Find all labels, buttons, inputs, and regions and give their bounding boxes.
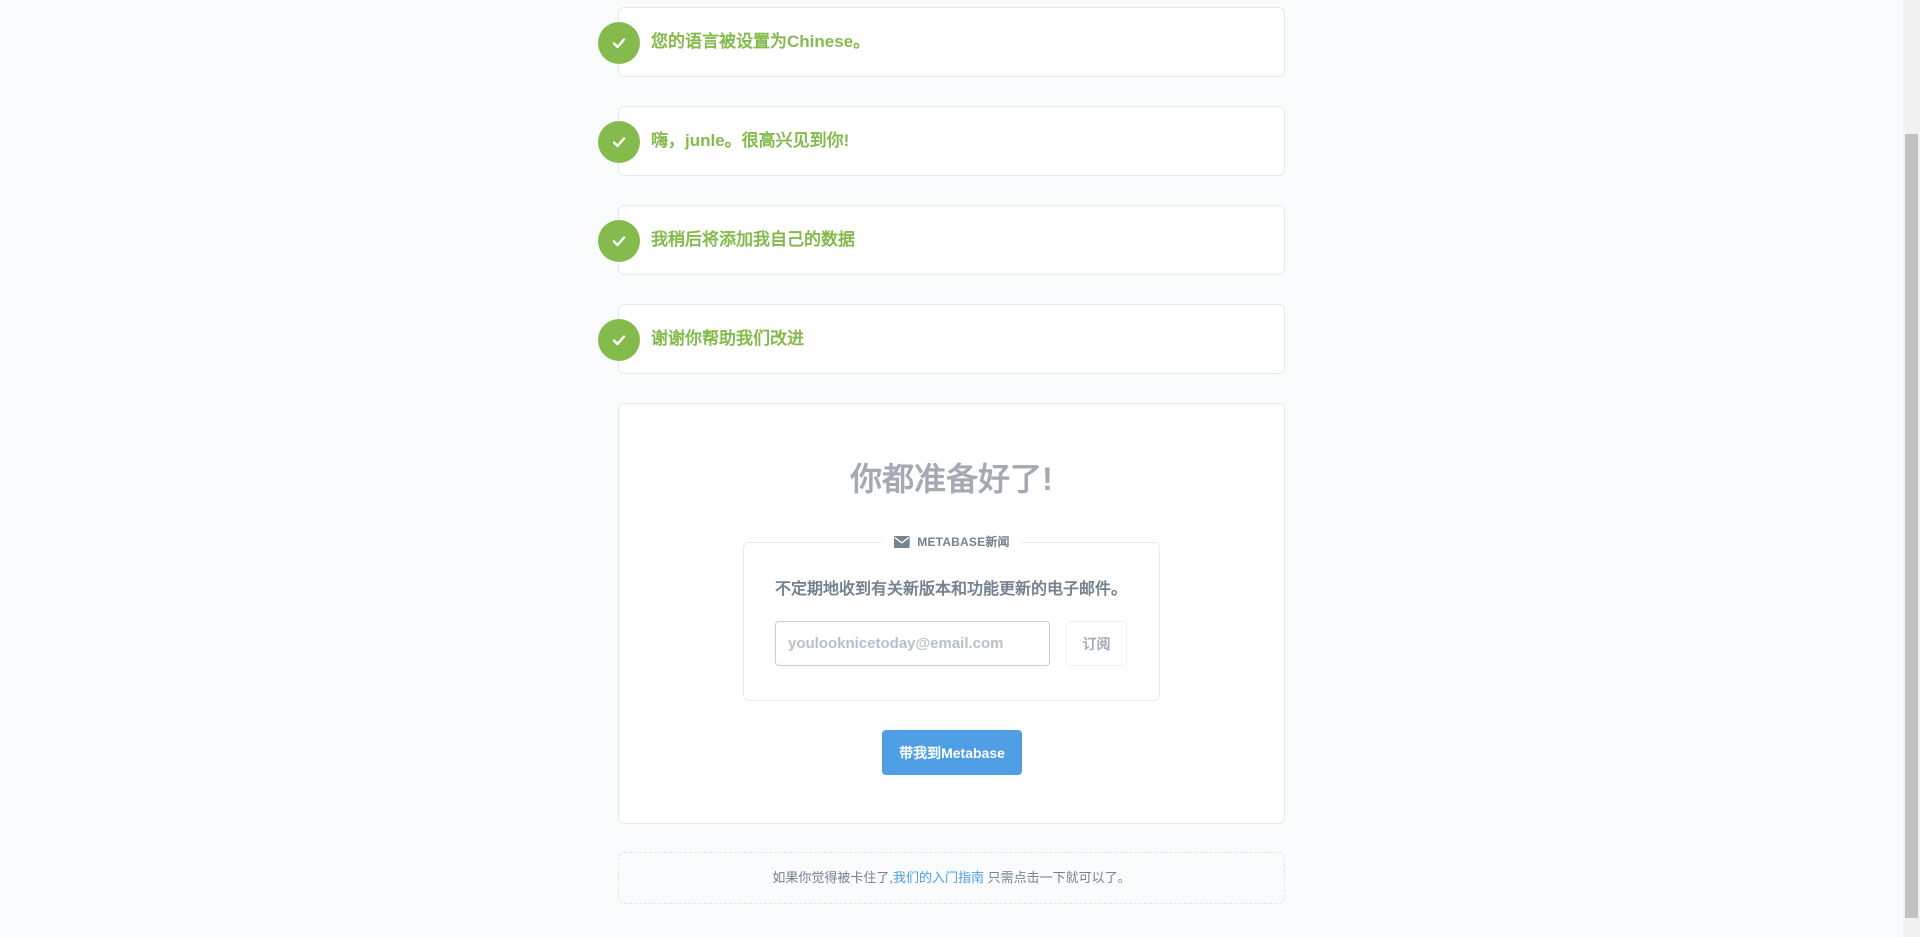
email-field[interactable] [775, 621, 1050, 666]
getting-started-guide-link[interactable]: 我们的入门指南 [893, 870, 984, 885]
help-text-suffix: 只需点击一下就可以了。 [984, 870, 1131, 885]
check-icon [598, 22, 640, 64]
setup-step-language: 您的语言被设置为Chinese。 [598, 7, 1285, 77]
newsletter-legend: METABASE新闻 [881, 533, 1022, 550]
newsletter-description: 不定期地收到有关新版本和功能更新的电子邮件。 [775, 581, 1128, 598]
check-icon [598, 220, 640, 262]
setup-step-preferences: 谢谢你帮助我们改进 [598, 304, 1285, 374]
newsletter-legend-text: METABASE新闻 [917, 535, 1010, 549]
mail-icon [893, 535, 910, 548]
page-scrollbar[interactable] [1903, 0, 1920, 937]
subscribe-button[interactable]: 订阅 [1066, 621, 1127, 666]
check-icon [598, 319, 640, 361]
scrollbar-thumb[interactable] [1905, 134, 1918, 918]
setup-complete-card: 你都准备好了! METABASE新闻 不定期地收到有关新版本和功能更新的电子邮件… [618, 403, 1285, 824]
check-icon [598, 121, 640, 163]
take-me-to-metabase-button[interactable]: 带我到Metabase [882, 730, 1022, 775]
setup-step-user: 嗨，junle。很高兴见到你! [598, 106, 1285, 176]
help-text-prefix: 如果你觉得被卡住了, [772, 870, 893, 885]
help-footer: 如果你觉得被卡住了,我们的入门指南 只需点击一下就可以了。 [618, 852, 1285, 904]
setup-step-label: 您的语言被设置为Chinese。 [651, 32, 871, 51]
newsletter-form: METABASE新闻 不定期地收到有关新版本和功能更新的电子邮件。 订阅 [743, 533, 1160, 701]
page-title: 你都准备好了! [850, 461, 1053, 497]
setup-page: 您的语言被设置为Chinese。 嗨，junle。很高兴见到你! 我稍后将添加我… [0, 0, 1920, 937]
setup-step-label: 嗨，junle。很高兴见到你! [651, 131, 850, 150]
setup-step-label: 谢谢你帮助我们改进 [651, 329, 804, 348]
setup-step-label: 我稍后将添加我自己的数据 [651, 230, 855, 249]
setup-step-database: 我稍后将添加我自己的数据 [598, 205, 1285, 275]
